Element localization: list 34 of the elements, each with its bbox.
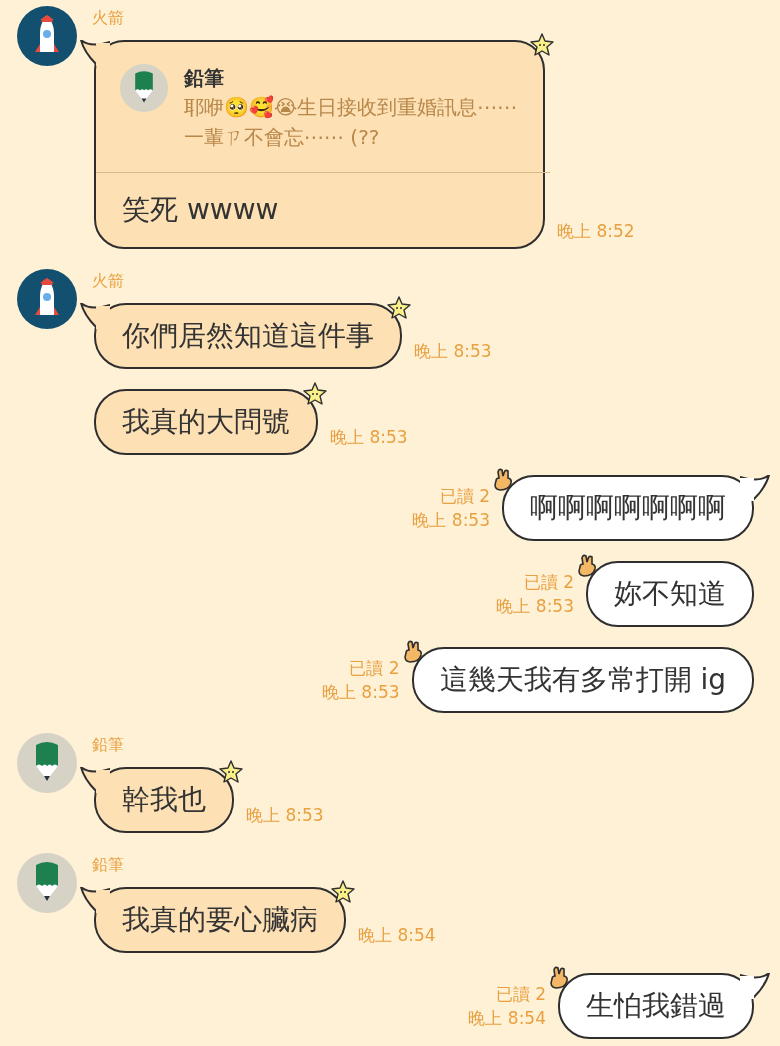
pencil-avatar — [120, 64, 168, 112]
read-receipt: 已讀 2 — [439, 485, 490, 508]
message-time: 晚上 8:54 — [468, 1007, 546, 1030]
sender-name: 鉛筆 — [92, 734, 124, 756]
message-time: 晚上 8:53 — [330, 426, 408, 449]
rocket-avatar — [17, 269, 77, 329]
message-text: 啊啊啊啊啊啊啊 — [530, 490, 726, 526]
message-time: 晚上 8:54 — [358, 924, 436, 947]
message-text: 這幾天我有多常打開 ig — [439, 662, 726, 698]
message-text: 笑死 wwww — [122, 192, 280, 228]
quoted-text: 耶咿🥺🥰😭生日接收到重婚訊息⋯⋯一輩ㄗ不會忘⋯⋯ (?? — [184, 94, 519, 151]
quoted-message[interactable]: 鉛筆 耶咿🥺🥰😭生日接收到重婚訊息⋯⋯一輩ㄗ不會忘⋯⋯ (?? — [96, 42, 550, 173]
sender-name: 火箭 — [92, 7, 124, 29]
sender-name: 火箭 — [92, 270, 124, 292]
quoted-sender: 鉛筆 — [184, 65, 225, 92]
message-text: 妳不知道 — [614, 576, 726, 612]
message-text: 我真的大問號 — [122, 404, 290, 440]
rocket-avatar — [17, 6, 77, 66]
sender-name: 鉛筆 — [92, 854, 124, 876]
message-time: 晚上 8:53 — [246, 804, 324, 827]
message-text: 我真的要心臟病 — [122, 902, 318, 938]
message-time: 晚上 8:53 — [414, 340, 492, 363]
read-receipt: 已讀 2 — [523, 571, 574, 594]
message-time: 晚上 8:53 — [496, 595, 574, 618]
message-time: 晚上 8:53 — [412, 509, 490, 532]
read-receipt: 已讀 2 — [495, 983, 546, 1006]
pencil-avatar — [17, 733, 77, 793]
message-time: 晚上 8:52 — [557, 220, 635, 243]
message-text: 你們居然知道這件事 — [122, 318, 374, 354]
message-time: 晚上 8:53 — [321, 681, 400, 704]
message-text: 生怕我錯過 — [586, 988, 726, 1024]
message-text: 幹我也 — [122, 782, 206, 818]
read-receipt: 已讀 2 — [349, 657, 400, 680]
pencil-avatar — [17, 853, 77, 913]
